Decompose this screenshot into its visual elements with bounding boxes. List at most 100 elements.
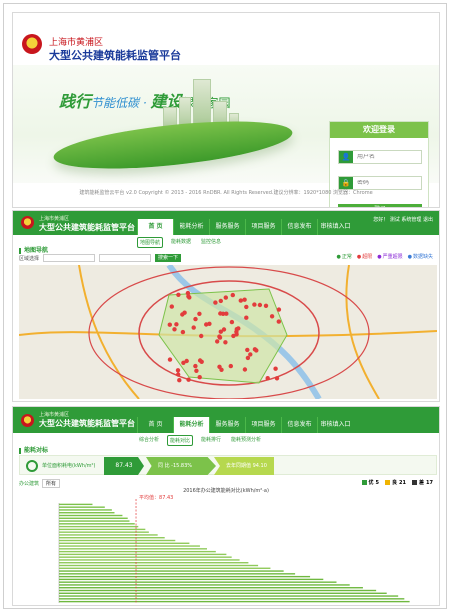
building-marker[interactable] <box>273 366 278 371</box>
username-input[interactable] <box>357 154 421 160</box>
bar[interactable] <box>59 550 216 553</box>
bar[interactable] <box>59 528 146 531</box>
bar[interactable] <box>59 595 399 597</box>
building-marker[interactable] <box>193 363 198 369</box>
building-marker[interactable] <box>218 298 223 304</box>
tab-project[interactable]: 项目服务 <box>245 219 281 235</box>
building-marker[interactable] <box>276 319 281 324</box>
tab-project[interactable]: 项目服务 <box>245 417 281 433</box>
tab-home[interactable]: 首 页 <box>137 417 173 433</box>
building-marker[interactable] <box>274 376 280 381</box>
bar[interactable] <box>59 553 227 556</box>
bar[interactable] <box>59 575 311 578</box>
building-marker[interactable] <box>265 376 270 381</box>
building-marker[interactable] <box>204 322 209 327</box>
tab-publish[interactable]: 信息发布 <box>281 219 317 235</box>
building-marker[interactable] <box>223 295 228 300</box>
building-marker[interactable] <box>263 303 269 308</box>
tab-energy-analysis[interactable]: 能耗分析 <box>173 219 209 235</box>
building-marker[interactable] <box>252 302 257 307</box>
building-marker[interactable] <box>220 311 226 316</box>
building-marker[interactable] <box>244 315 249 320</box>
bar[interactable] <box>59 556 232 558</box>
bar[interactable] <box>59 570 284 572</box>
user-menu[interactable]: 您好！ 测试 系统管理 退出 <box>373 216 433 223</box>
building-marker[interactable] <box>234 332 239 337</box>
building-marker[interactable] <box>244 304 249 310</box>
subnav-compare[interactable]: 能耗对比 <box>167 435 194 446</box>
bar[interactable] <box>59 531 149 533</box>
bar[interactable] <box>59 559 240 561</box>
login-button[interactable]: 登录 <box>338 204 422 207</box>
bar[interactable] <box>59 512 115 514</box>
keyword-input[interactable] <box>99 254 152 262</box>
bar[interactable] <box>59 523 135 525</box>
bar[interactable] <box>59 520 130 522</box>
building-marker[interactable] <box>180 329 186 335</box>
building-marker[interactable] <box>242 367 248 372</box>
building-marker[interactable] <box>176 372 181 377</box>
bar[interactable] <box>59 567 271 569</box>
building-marker[interactable] <box>191 325 196 330</box>
building-marker[interactable] <box>193 316 198 322</box>
bar[interactable] <box>59 509 112 511</box>
bar[interactable] <box>59 592 387 594</box>
building-marker[interactable] <box>185 290 191 296</box>
tab-energy-analysis[interactable]: 能耗分析 <box>173 417 209 433</box>
bar[interactable] <box>59 514 123 517</box>
building-marker[interactable] <box>238 298 243 303</box>
bar[interactable] <box>59 537 165 539</box>
building-marker[interactable] <box>248 352 253 357</box>
bar[interactable] <box>59 545 200 547</box>
subnav-monitor[interactable]: 监控信息 <box>199 237 223 248</box>
building-marker[interactable] <box>172 327 177 332</box>
search-button[interactable]: 搜索一下 <box>155 254 182 262</box>
bar[interactable] <box>59 542 190 544</box>
building-marker[interactable] <box>223 340 228 345</box>
password-input[interactable] <box>357 180 421 186</box>
bar[interactable] <box>59 503 93 506</box>
building-marker[interactable] <box>213 300 218 305</box>
tab-home[interactable]: 首 页 <box>137 219 173 235</box>
building-marker[interactable] <box>176 292 181 297</box>
building-marker[interactable] <box>229 319 235 325</box>
building-marker[interactable] <box>167 357 173 362</box>
city-map[interactable] <box>19 265 437 399</box>
building-marker[interactable] <box>199 333 204 339</box>
password-field[interactable]: 🔒 <box>338 176 422 190</box>
building-marker[interactable] <box>182 310 187 315</box>
building-marker[interactable] <box>217 334 222 339</box>
building-marker[interactable] <box>174 322 179 327</box>
bar[interactable] <box>59 539 176 542</box>
building-marker[interactable] <box>230 292 235 298</box>
building-marker[interactable] <box>175 368 181 373</box>
tab-service[interactable]: 服务服务 <box>209 417 245 433</box>
bar[interactable] <box>59 587 363 589</box>
building-marker[interactable] <box>181 360 186 365</box>
bar[interactable] <box>59 573 296 575</box>
bar[interactable] <box>59 589 377 592</box>
bar[interactable] <box>59 581 337 583</box>
tab-publish[interactable]: 信息发布 <box>281 417 317 433</box>
building-marker[interactable] <box>197 358 203 363</box>
building-marker[interactable] <box>228 363 233 369</box>
bar[interactable] <box>59 506 105 508</box>
building-marker[interactable] <box>194 368 199 373</box>
building-marker[interactable] <box>197 375 202 380</box>
building-marker[interactable] <box>169 304 174 309</box>
bar[interactable] <box>59 548 207 550</box>
bar[interactable] <box>59 584 350 586</box>
building-marker[interactable] <box>197 311 202 316</box>
building-marker[interactable] <box>219 367 224 372</box>
username-field[interactable]: 👤 <box>338 150 422 164</box>
building-marker[interactable] <box>242 297 247 302</box>
tab-audit[interactable]: 审核填入口 <box>317 219 353 235</box>
tab-audit[interactable]: 审核填入口 <box>317 417 353 433</box>
subnav-map[interactable]: 地图导航 <box>137 237 164 248</box>
bar[interactable] <box>59 525 139 528</box>
building-marker[interactable] <box>269 314 275 319</box>
bar[interactable] <box>59 578 324 581</box>
bar[interactable] <box>59 600 410 603</box>
bar[interactable] <box>59 534 158 536</box>
building-marker[interactable] <box>167 322 172 327</box>
